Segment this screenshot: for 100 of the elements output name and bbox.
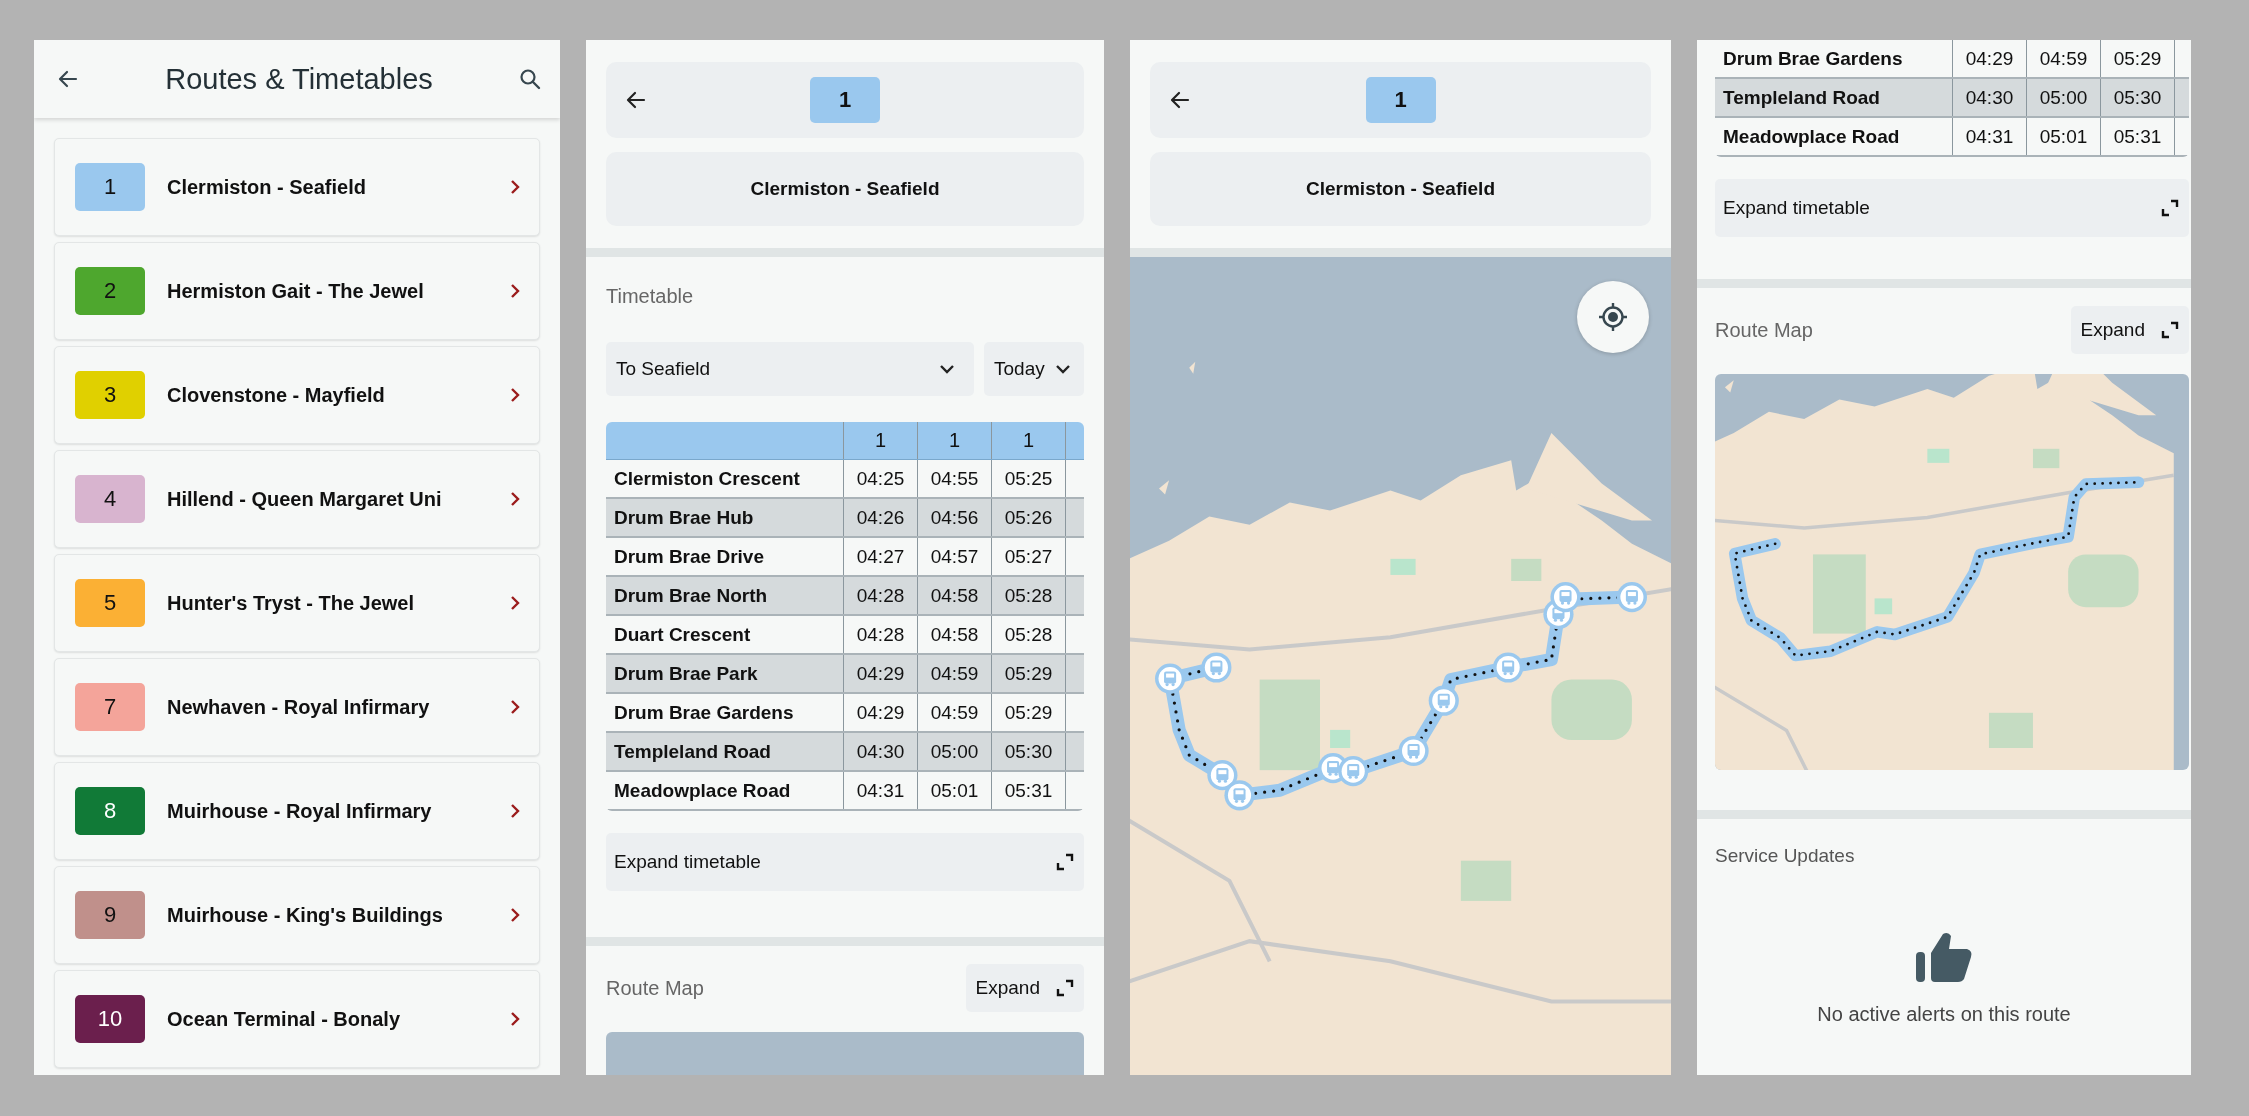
departure-time: 04:59 [918,694,992,731]
day-dropdown[interactable]: Today [984,342,1084,396]
departure-time: 05:29 [992,694,1066,731]
departure-time: 04:57 [918,538,992,575]
route-list-item[interactable]: 8 Muirhouse - Royal Infirmary [54,762,540,860]
route-number: 10 [75,995,145,1043]
chevron-right-icon [509,594,521,612]
route-name: Hermiston Gait - The Jewel [167,279,425,303]
route-name: Clovenstone - Mayfield [167,383,386,407]
stop-name: Duart Crescent [606,616,844,653]
bus-stop-marker[interactable] [1428,685,1459,716]
stop-name: Clermiston Crescent [606,460,844,497]
expand-timetable-button[interactable]: Expand timetable [606,833,1084,891]
route-number: 1 [1365,77,1436,123]
chevron-down-icon [1054,363,1072,375]
route-list-item[interactable]: 3 Clovenstone - Mayfield [54,346,540,444]
expand-icon [1056,853,1074,871]
search-icon[interactable] [518,67,542,91]
chevron-right-icon [509,178,521,196]
stop-name: Drum Brae North [606,577,844,614]
route-number: 1 [810,77,880,123]
departure-time: 04:58 [918,577,992,614]
route-name: Ocean Terminal - Bonaly [167,1007,402,1031]
park-area [1460,860,1512,901]
departure-time: 04:27 [844,538,918,575]
bus-stop-marker[interactable] [1224,780,1255,811]
island [1189,361,1196,374]
departure-time: 05:29 [992,655,1066,692]
column-header: 1 [992,422,1066,459]
chevron-down-icon [938,363,956,375]
stop-name: Drum Brae Drive [606,538,844,575]
screen-title: Routes & Timetables [165,62,433,96]
crosshair-icon [1597,301,1629,333]
departure-time: 05:30 [2101,79,2175,116]
bus-stop-marker[interactable] [1155,663,1186,694]
route-list-item[interactable]: 2 Hermiston Gait - The Jewel [54,242,540,340]
bus-stop-marker[interactable] [1338,756,1369,787]
route-name: Muirhouse - King's Buildings [167,903,444,927]
chevron-right-icon [509,802,521,820]
departure-time: 04:28 [844,577,918,614]
departure-time: 05:00 [918,733,992,770]
route-name: Hunter's Tryst - The Jewel [167,591,416,615]
island [1159,480,1170,495]
chevron-right-icon [509,698,521,716]
departure-time: 05:25 [992,460,1066,497]
departure-time: 04:59 [918,655,992,692]
departure-time: 04:25 [844,460,918,497]
route-list-item[interactable]: 7 Newhaven - Royal Infirmary [54,658,540,756]
departure-time: 04:26 [844,499,918,536]
departure-time: 05:27 [992,538,1066,575]
chevron-right-icon [509,1010,521,1028]
departure-time: 05:31 [992,772,1066,809]
route-list-item[interactable]: 10 Ocean Terminal - Bonaly [54,970,540,1068]
expand-map-button[interactable]: Expand [965,964,1084,1012]
section-title: Route Map [606,976,704,1000]
route-number: 2 [75,267,145,315]
expand-icon [2161,199,2179,217]
chevron-right-icon [509,490,521,508]
route-number: 4 [75,475,145,523]
route-list-item[interactable]: 4 Hillend - Queen Margaret Uni [54,450,540,548]
bus-stop-marker[interactable] [1201,652,1232,683]
chevron-right-icon [509,386,521,404]
departure-time: 04:28 [844,616,918,653]
chevron-right-icon [509,906,521,924]
route-name: Hillend - Queen Margaret Uni [167,487,443,511]
stop-name: Templeland Road [1715,79,1953,116]
stop-name: Meadowplace Road [606,772,844,809]
departure-time: 04:55 [918,460,992,497]
expand-map-button[interactable]: Expand [2070,306,2189,354]
park-area [2068,554,2139,608]
route-number: 5 [75,579,145,627]
bus-stop-marker[interactable] [1550,582,1581,613]
route-list-item[interactable]: 9 Muirhouse - King's Buildings [54,866,540,964]
departure-time: 04:29 [844,694,918,731]
departure-time: 04:29 [1953,40,2027,77]
expand-timetable-button[interactable]: Expand timetable [1715,179,2189,237]
empty-state-message: No active alerts on this route [1817,1003,2071,1026]
departure-time: 04:30 [1953,79,2027,116]
departure-time: 04:58 [918,616,992,653]
stop-name: Drum Brae Gardens [606,694,844,731]
bus-stop-marker[interactable] [1616,582,1647,613]
route-list-item[interactable]: 5 Hunter's Tryst - The Jewel [54,554,540,652]
stop-name: Drum Brae Park [606,655,844,692]
bus-stop-marker[interactable] [1398,735,1429,767]
bus-stop-marker[interactable] [1207,760,1238,791]
direction-dropdown[interactable]: To Seafield [606,342,974,396]
route-list-item[interactable]: 1 Clermiston - Seafield [54,138,540,236]
departure-time: 04:59 [2027,40,2101,77]
route-name: Clermiston - Seafield [167,175,367,199]
route-number: 7 [75,683,145,731]
departure-time: 05:28 [992,577,1066,614]
route-name: Muirhouse - Royal Infirmary [167,799,433,823]
route-name: Clermiston - Seafield [1150,152,1651,226]
bus-stop-marker[interactable] [1493,652,1524,683]
departure-time: 04:31 [844,772,918,809]
island [1724,380,1734,393]
section-title: Timetable [606,285,695,308]
column-header: 1 [918,422,992,459]
section-title: Service Updates [1715,845,1856,867]
expand-icon [1056,979,1074,997]
